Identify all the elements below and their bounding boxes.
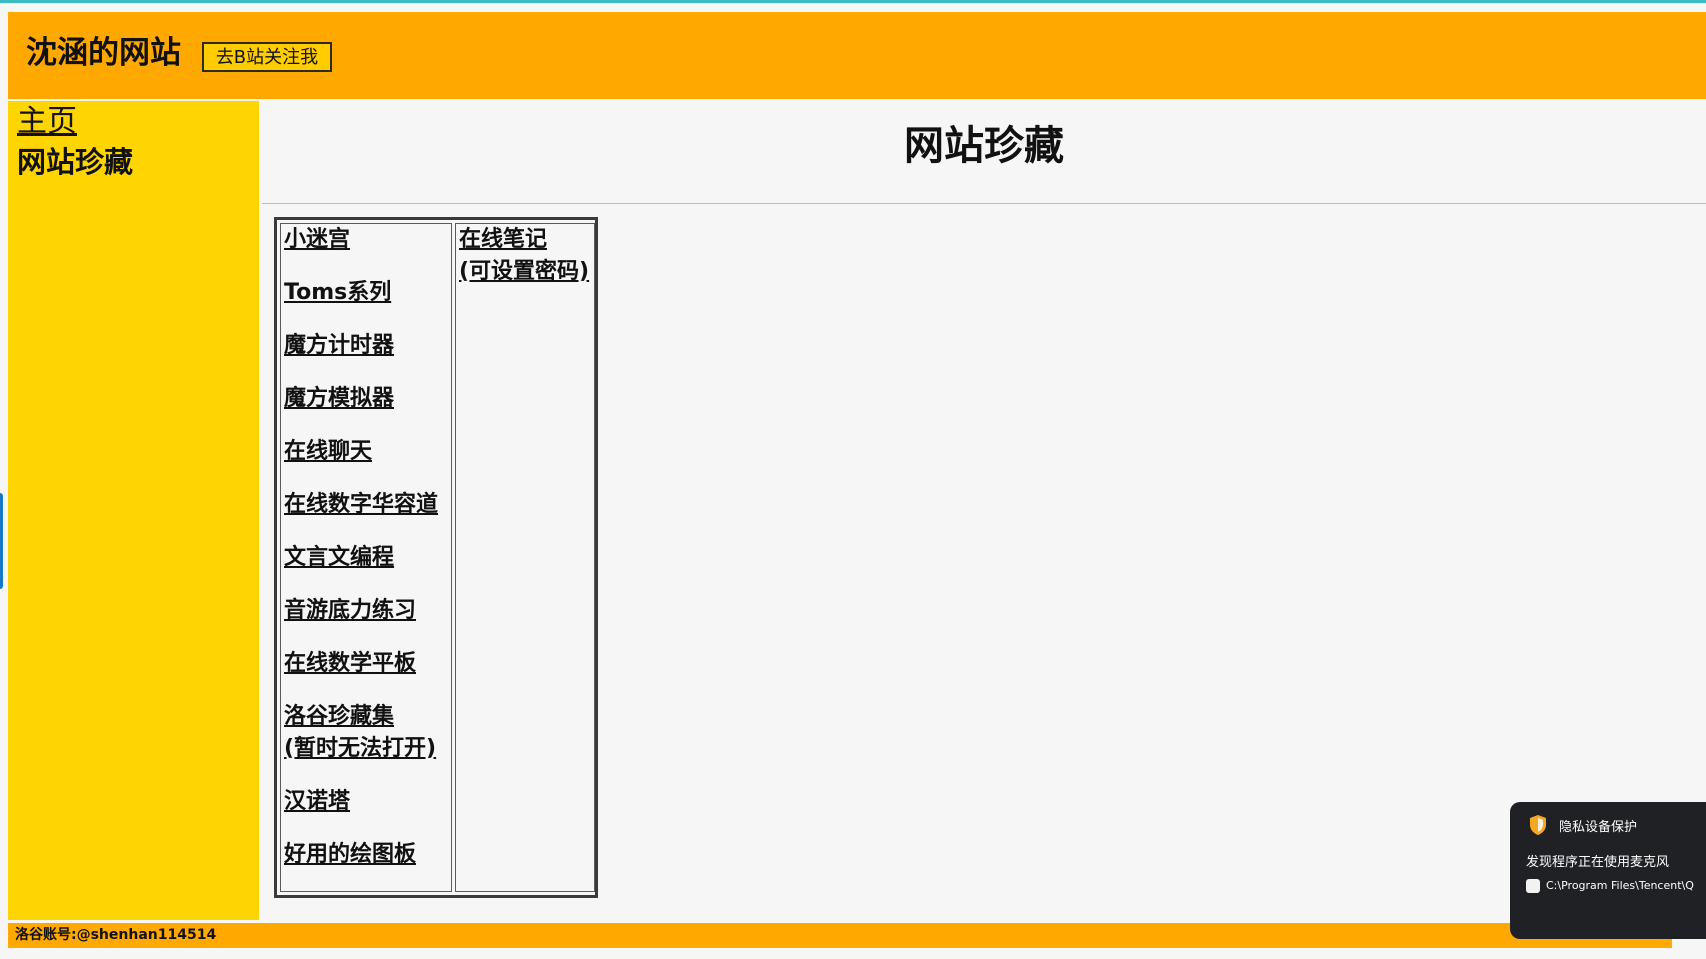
notification-message: 发现程序正在使用麦克风	[1526, 855, 1670, 870]
notification-program-path: C:\Program Files\Tencent\Q	[1546, 879, 1694, 892]
program-icon	[1526, 879, 1540, 893]
link-rhythm-practice[interactable]: 音游底力练习	[284, 595, 451, 627]
footer-luogu-account: 洛谷账号:@shenhan114514	[15, 927, 217, 943]
links-table: 小迷宫 Toms系列 魔方计时器 魔方模拟器 在线聊天 在线数字华容道 文言文编…	[274, 217, 598, 898]
site-title: 沈涵的网站	[26, 35, 181, 71]
edge-handle[interactable]	[0, 493, 3, 589]
link-math-tablet[interactable]: 在线数学平板	[284, 648, 451, 680]
page-title: 网站珍藏	[904, 123, 1064, 169]
link-online-chat[interactable]: 在线聊天	[284, 436, 451, 468]
shield-icon	[1528, 814, 1548, 836]
bilibili-follow-button[interactable]: 去B站关注我	[202, 42, 332, 72]
link-hanoi-tower[interactable]: 汉诺塔	[284, 786, 451, 818]
links-column-right: 在线笔记 (可设置密码)	[455, 223, 595, 892]
title-divider	[262, 203, 1706, 204]
link-cube-simulator[interactable]: 魔方模拟器	[284, 383, 451, 415]
link-online-notes[interactable]: 在线笔记 (可设置密码)	[459, 224, 594, 288]
site-footer: 洛谷账号:@shenhan114514	[8, 923, 1672, 948]
link-toms-series[interactable]: Toms系列	[284, 277, 451, 309]
sidebar-item-home[interactable]: 主页	[17, 105, 77, 138]
link-number-klotski[interactable]: 在线数字华容道	[284, 489, 451, 521]
privacy-notification[interactable]: 隐私设备保护 发现程序正在使用麦克风 C:\Program Files\Tenc…	[1510, 802, 1706, 939]
sidebar: 主页 网站珍藏	[8, 101, 259, 920]
notification-title: 隐私设备保护	[1559, 820, 1638, 835]
link-wenyan-programming[interactable]: 文言文编程	[284, 542, 451, 574]
link-drawing-board[interactable]: 好用的绘图板	[284, 839, 451, 871]
link-little-maze[interactable]: 小迷宫	[284, 224, 451, 256]
link-cube-timer[interactable]: 魔方计时器	[284, 330, 451, 362]
link-luogu-collection[interactable]: 洛谷珍藏集 (暂时无法打开)	[284, 701, 451, 765]
window-top-strip	[0, 0, 1706, 9]
sidebar-item-collection: 网站珍藏	[17, 145, 134, 179]
site-header: 沈涵的网站 去B站关注我	[8, 12, 1706, 99]
links-column-left: 小迷宫 Toms系列 魔方计时器 魔方模拟器 在线聊天 在线数字华容道 文言文编…	[280, 223, 452, 892]
